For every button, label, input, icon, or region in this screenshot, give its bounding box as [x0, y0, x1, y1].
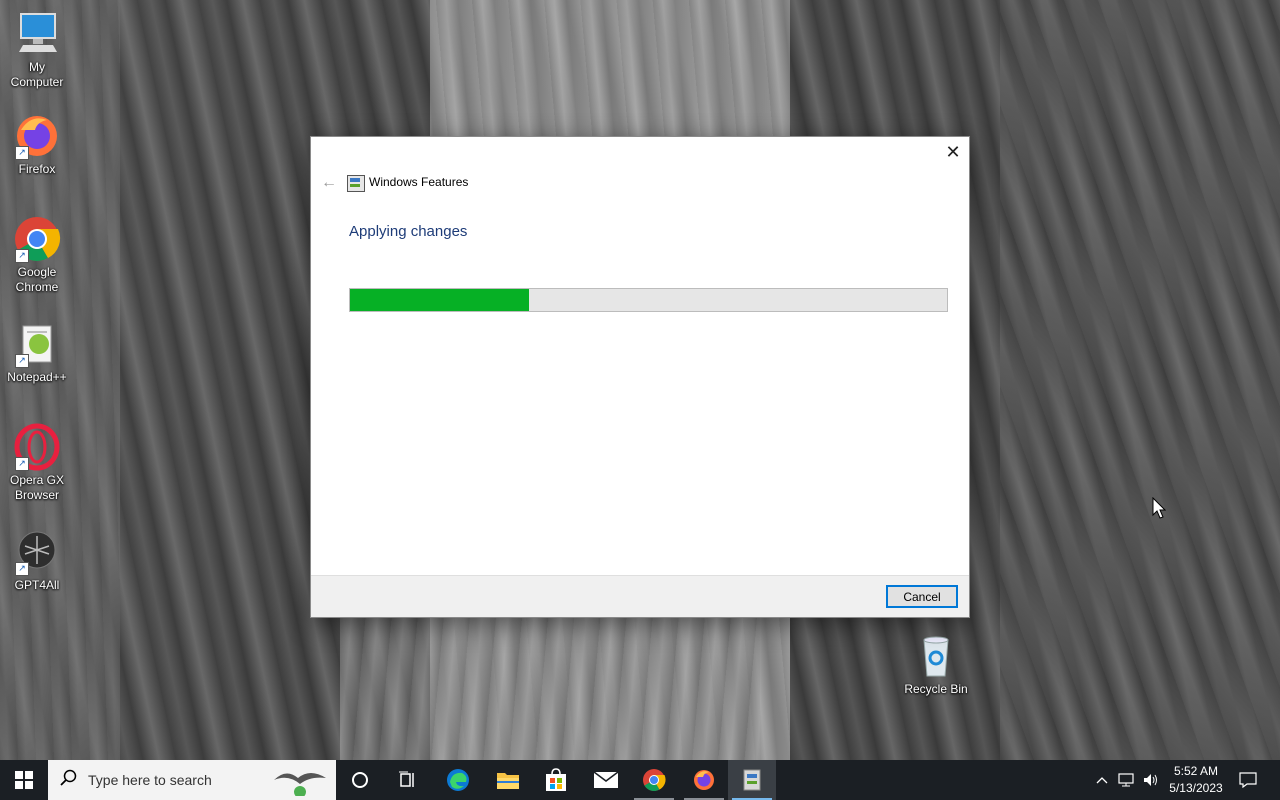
desktop-icon-label: GPT4All — [14, 578, 60, 592]
desktop-icon-label: Opera GX Browser — [9, 473, 65, 502]
close-icon[interactable]: ✕ — [937, 137, 969, 167]
mail-icon[interactable] — [582, 760, 630, 800]
progress-bar-fill — [350, 289, 530, 311]
status-heading: Applying changes — [349, 223, 468, 240]
store-icon[interactable] — [532, 760, 580, 800]
desktop-icon-label: Firefox — [18, 162, 56, 176]
windows-logo-icon — [15, 771, 33, 789]
firefox-icon: ↗ — [13, 112, 61, 160]
desktop-icon-chrome[interactable]: ↗ Google Chrome — [1, 215, 73, 295]
shortcut-arrow-icon: ↗ — [15, 354, 29, 368]
desktop-icon-opera-gx[interactable]: ↗ Opera GX Browser — [1, 423, 73, 503]
back-arrow-icon[interactable]: ← — [319, 173, 339, 193]
clock-date: 5/13/2023 — [1169, 781, 1223, 795]
network-icon[interactable] — [1114, 760, 1138, 800]
desktop-icon-label: Recycle Bin — [904, 682, 968, 696]
shortcut-arrow-icon: ↗ — [15, 249, 29, 263]
desktop-icon-label: Notepad++ — [7, 370, 67, 384]
shortcut-arrow-icon: ↗ — [15, 146, 29, 160]
desktop-icon-notepadpp[interactable]: ↗ Notepad++ — [1, 320, 73, 385]
notepadpp-icon: ↗ — [13, 320, 61, 368]
edge-icon[interactable] — [434, 760, 482, 800]
clock-time: 5:52 AM — [1173, 764, 1219, 778]
taskbar: Type here to search 5:52 AM 5/13/2023 — [0, 760, 1280, 800]
search-highlight-birds-icon — [274, 773, 326, 796]
windows-features-icon[interactable] — [728, 760, 776, 800]
desktop-icon-label: My Computer — [10, 60, 64, 89]
desktop-icon-recycle-bin[interactable]: Recycle Bin — [900, 632, 972, 697]
mouse-cursor-icon — [1152, 497, 1166, 519]
cortana-icon[interactable] — [336, 760, 384, 800]
shortcut-arrow-icon: ↗ — [15, 457, 29, 471]
desktop-icon-gpt4all[interactable]: ↗ GPT4All — [1, 528, 73, 593]
task-view-icon[interactable] — [384, 760, 432, 800]
desktop-icon-my-computer[interactable]: My Computer — [1, 10, 73, 90]
recycle-bin-icon — [912, 632, 960, 680]
progress-bar — [349, 288, 948, 312]
wallpaper-rock-bottom — [340, 610, 760, 760]
dialog-footer: Cancel — [311, 575, 969, 617]
taskbar-search-box[interactable]: Type here to search — [48, 760, 336, 800]
start-button[interactable] — [0, 760, 48, 800]
dialog-title: Windows Features — [369, 175, 469, 189]
chevron-up-icon[interactable] — [1092, 760, 1112, 800]
opera-gx-icon: ↗ — [13, 423, 61, 471]
system-clock[interactable]: 5:52 AM 5/13/2023 — [1160, 760, 1232, 800]
windows-features-dialog: ✕ ← Windows Features Applying changes Ca… — [310, 136, 970, 618]
chrome-icon[interactable] — [630, 760, 678, 800]
firefox-icon[interactable] — [680, 760, 728, 800]
file-explorer-icon[interactable] — [484, 760, 532, 800]
desktop-icon-firefox[interactable]: ↗ Firefox — [1, 112, 73, 177]
search-placeholder: Type here to search — [88, 772, 212, 788]
chrome-icon: ↗ — [13, 215, 61, 263]
shortcut-arrow-icon: ↗ — [15, 562, 29, 576]
gpt4all-icon: ↗ — [13, 528, 61, 576]
cancel-button[interactable]: Cancel — [886, 585, 958, 608]
computer-icon — [13, 10, 61, 58]
wallpaper-rock-right — [1000, 0, 1280, 760]
action-center-icon[interactable] — [1234, 760, 1262, 800]
search-icon — [60, 769, 82, 792]
windows-features-icon — [347, 175, 365, 192]
desktop-icon-label: Google Chrome — [15, 265, 59, 294]
